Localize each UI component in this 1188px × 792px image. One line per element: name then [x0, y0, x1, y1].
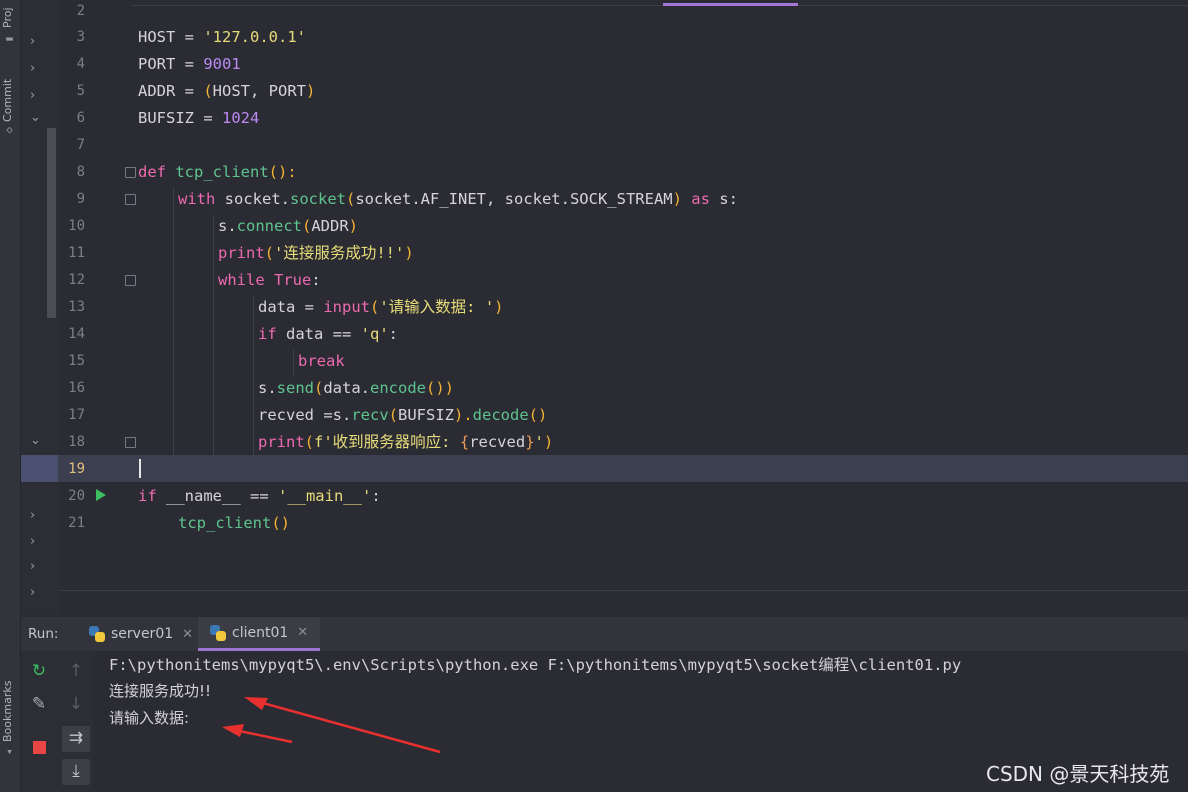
annotation-arrows [222, 697, 441, 754]
watermark: CSDN @景天科技苑 [986, 762, 1170, 786]
annotation-arrow [244, 697, 441, 754]
annotation-arrow [222, 724, 293, 744]
